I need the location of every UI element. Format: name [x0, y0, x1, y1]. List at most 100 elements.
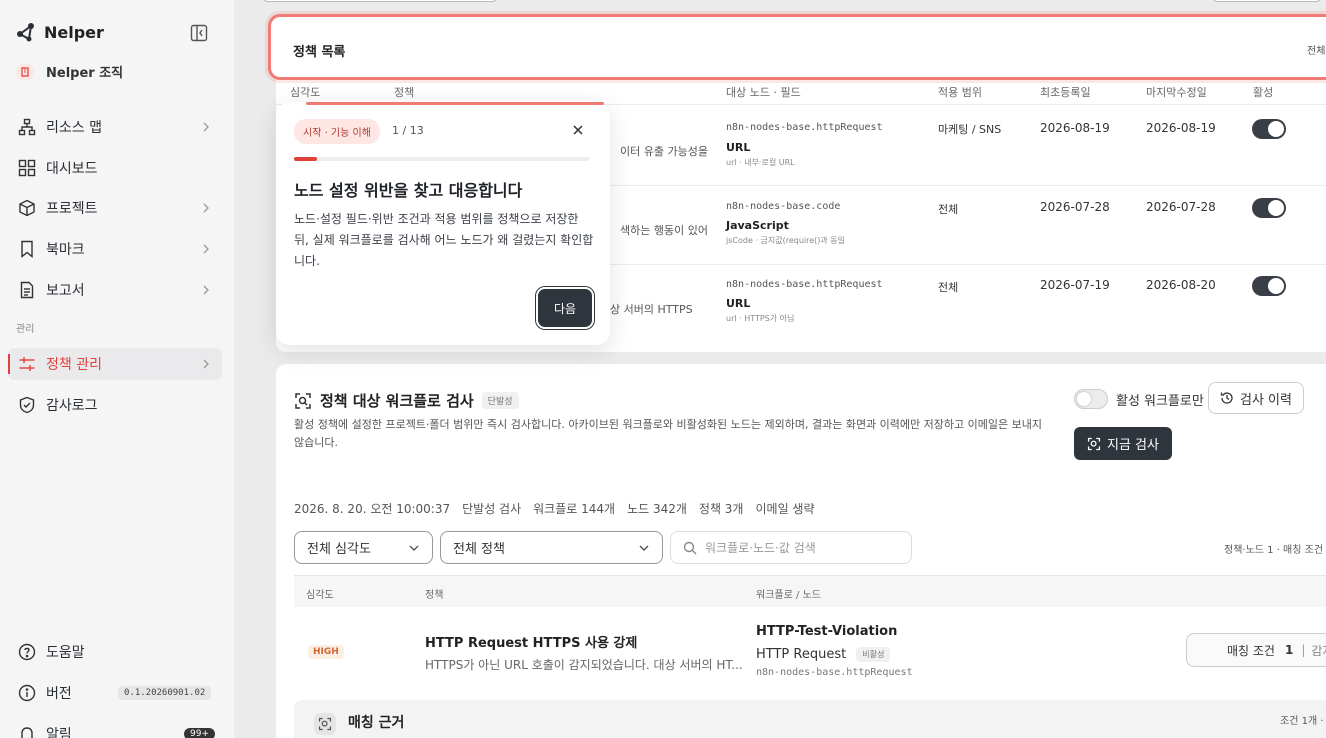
- scan-description: 활성 정책에 설정한 프로젝트·폴더 범위만 즉시 검사합니다. 아카이브된 워…: [294, 418, 1042, 449]
- column-header: 적용 범위: [938, 86, 982, 99]
- chevron-right-icon: [203, 285, 209, 295]
- node-type: n8n-nodes-base.httpRequest: [726, 122, 883, 133]
- scan-history-button[interactable]: 검사 이력: [1208, 382, 1304, 414]
- policy-scope: 전체: [938, 281, 959, 294]
- tour-title: 노드 설정 위반을 찾고 대응합니다: [294, 181, 523, 200]
- result-workflow-name[interactable]: HTTP-Test-Violation: [756, 624, 897, 639]
- scan-email-status: 이메일 생략: [755, 502, 815, 516]
- severity-filter-select[interactable]: 전체 심각도: [294, 531, 433, 564]
- tour-body: 노드·설정 필드·위반 조건과 적용 범위를 정책으로 저장한 뒤, 실제 워크…: [294, 212, 594, 268]
- chevron-down-icon: [409, 545, 419, 551]
- scan-mode: 단발성 검사: [462, 502, 522, 516]
- sidebar-item-label: 도움말: [46, 645, 85, 661]
- tour-step-badge: 시작 · 기능 이해: [294, 119, 380, 144]
- scan-history-label: 검사 이력: [1240, 392, 1292, 408]
- scan-icon: [1087, 437, 1101, 450]
- node-type: n8n-nodes-base.httpRequest: [726, 279, 883, 290]
- result-search-input[interactable]: 워크플로·노드·값 검색: [670, 531, 912, 564]
- tour-step-count: 1 / 13: [392, 124, 424, 137]
- chevron-right-icon: [203, 203, 209, 213]
- column-header: 마지막수정일: [1146, 86, 1207, 99]
- info-circle-icon: [18, 684, 36, 702]
- sidebar-item-label: 프로젝트: [46, 201, 98, 217]
- scan-mode-chip: 단발성: [481, 392, 519, 409]
- node-type: n8n-nodes-base.code: [726, 201, 841, 212]
- sidebar-item-label: 정책 관리: [46, 357, 102, 373]
- sidebar: Nelper Nelper 조직 리소스 맵 대시보드 프로젝트 북마크 보고서…: [0, 0, 234, 738]
- tour-next-button[interactable]: 다음: [538, 289, 592, 327]
- close-icon[interactable]: [572, 124, 584, 136]
- active-toggle[interactable]: [1252, 198, 1286, 218]
- sidebar-item-label: 알림: [46, 727, 72, 738]
- sidebar-item-resource-map[interactable]: 리소스 맵: [8, 111, 222, 143]
- policy-filter-select[interactable]: 전체 정책: [440, 531, 663, 564]
- sidebar-item-report[interactable]: 보고서: [8, 274, 222, 306]
- created-date: 2026-07-28: [1040, 200, 1110, 214]
- match-conditions-toggle[interactable]: 매칭 조건 1 | 감지값: [1186, 633, 1326, 667]
- created-date: 2026-07-19: [1040, 278, 1110, 292]
- sidebar-item-dashboard[interactable]: 대시보드: [8, 152, 222, 184]
- modified-date: 2026-08-19: [1146, 121, 1216, 135]
- column-header: 심각도: [306, 590, 334, 601]
- policy-scope: 마케팅 / SNS: [938, 123, 1002, 136]
- shield-check-icon: [18, 396, 36, 414]
- search-icon: [683, 541, 697, 554]
- sidebar-item-bookmark[interactable]: 북마크: [8, 233, 222, 265]
- result-policy-desc: HTTPS가 아닌 URL 호출이 감지되었습니다. 대상 서버의 HT...: [425, 658, 743, 672]
- top-filter-field[interactable]: [262, 0, 498, 2]
- sidebar-item-label: 대시보드: [46, 161, 98, 177]
- brand[interactable]: Nelper: [16, 22, 104, 42]
- policy-list-filter[interactable]: 전체: [1307, 42, 1325, 57]
- tour-progress-bar: [294, 157, 590, 161]
- chevron-right-icon: [203, 244, 209, 254]
- scan-now-button[interactable]: 지금 검사: [1074, 427, 1172, 460]
- severity-filter-value: 전체 심각도: [307, 542, 371, 557]
- active-toggle[interactable]: [1252, 119, 1286, 139]
- match-extra: 감지값: [1311, 643, 1326, 658]
- column-header: 대상 노드 · 필드: [726, 86, 801, 99]
- column-header: 정책: [425, 590, 444, 601]
- scan-meta: 2026. 8. 20. 오전 10:00:37 단발성 검사 워크플로 144…: [294, 500, 815, 517]
- policy-desc: 색하는 행동이 있어: [620, 224, 708, 237]
- sidebar-item-help[interactable]: 도움말: [8, 636, 222, 668]
- sidebar-item-label: 감사로그: [46, 398, 98, 414]
- scan-icon: [295, 392, 311, 409]
- result-node-type: n8n-nodes-base.httpRequest: [756, 667, 913, 678]
- result-node: HTTP Request 비활성: [756, 647, 891, 662]
- sliders-icon: [18, 355, 36, 373]
- match-label: 매칭 조건: [1227, 643, 1275, 658]
- help-circle-icon: [18, 643, 36, 661]
- bell-icon: [18, 725, 36, 738]
- policy-desc: 이터 유출 가능성을: [620, 145, 708, 158]
- node-status-chip: 비활성: [856, 647, 891, 662]
- active-toggle[interactable]: [1252, 276, 1286, 296]
- org-name: Nelper 조직: [46, 66, 124, 81]
- column-header: 심각도: [290, 86, 321, 99]
- sidebar-item-project[interactable]: 프로젝트: [8, 192, 222, 224]
- match-evidence-title: 매칭 근거: [348, 715, 405, 731]
- sidebar-item-label: 북마크: [46, 242, 85, 258]
- column-header: 최초등록일: [1040, 86, 1091, 99]
- sitemap-icon: [18, 118, 36, 136]
- top-action-button[interactable]: [1212, 0, 1322, 2]
- tour-progress-fill: [294, 157, 317, 161]
- sidebar-item-label: 버전: [46, 686, 72, 702]
- sidebar-item-audit-log[interactable]: 감사로그: [8, 389, 222, 421]
- policy-list-title: 정책 목록: [293, 45, 346, 60]
- node-field: JavaScript: [726, 219, 789, 232]
- active-workflows-only-toggle[interactable]: [1074, 389, 1108, 409]
- scan-timestamp: 2026. 8. 20. 오전 10:00:37: [294, 502, 451, 516]
- sidebar-item-label: 보고서: [46, 283, 85, 299]
- grid-icon: [18, 159, 36, 177]
- modified-date: 2026-07-28: [1146, 200, 1216, 214]
- policy-list-header: 정책 목록 전체: [268, 14, 1326, 80]
- sidebar-item-label: 리소스 맵: [46, 120, 102, 136]
- org-switcher[interactable]: Nelper 조직: [16, 62, 123, 81]
- document-icon: [18, 281, 36, 299]
- sidebar-collapse-icon[interactable]: [190, 24, 208, 42]
- sidebar-item-policy-management[interactable]: 정책 관리: [8, 348, 222, 380]
- scan-policy-count: 정책 3개: [698, 502, 744, 516]
- scan-node-count: 노드 342개: [627, 502, 687, 516]
- version-badge: 0.1.20260901.02: [118, 686, 212, 700]
- policy-desc: 상 서버의 HTTPS: [610, 303, 693, 316]
